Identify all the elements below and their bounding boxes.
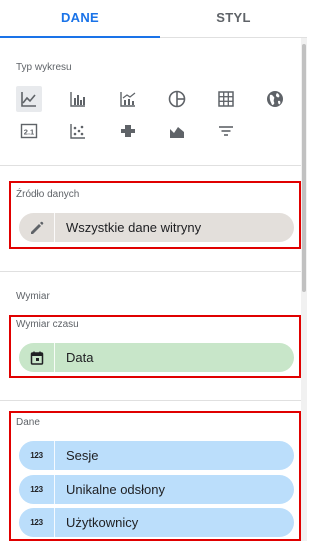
dimension-title: Wymiar [16, 291, 50, 302]
metric-chip[interactable]: 123 Unikalne odsłony [19, 475, 294, 504]
metric-label: Unikalne odsłony [66, 482, 166, 497]
time-dimension-chip[interactable]: Data [19, 343, 294, 372]
number-type-icon: 123 [19, 441, 55, 470]
column-chart-icon[interactable] [65, 86, 91, 112]
metric-chip[interactable]: 123 Użytkownicy [19, 508, 294, 537]
divider [0, 271, 301, 272]
table-chart-icon[interactable] [213, 86, 239, 112]
pie-chart-icon[interactable] [164, 86, 190, 112]
data-source-chip[interactable]: Wszystkie dane witryny [19, 213, 294, 242]
divider [0, 400, 301, 401]
active-tab-indicator [0, 36, 160, 38]
metrics-title: Dane [16, 417, 40, 428]
scrollbar-thumb[interactable] [302, 44, 306, 292]
metric-chip[interactable]: 123 Sesje [19, 441, 294, 470]
metric-label: Sesje [66, 448, 99, 463]
filter-icon[interactable] [213, 118, 239, 144]
scatter-chart-icon[interactable] [65, 118, 91, 144]
time-series-chart-icon[interactable] [16, 86, 42, 112]
metric-label: Użytkownicy [66, 515, 139, 530]
time-dimension-label: Data [66, 350, 94, 365]
time-dimension-title: Wymiar czasu [16, 319, 79, 330]
chart-type-title: Typ wykresu [16, 62, 72, 73]
bullet-chart-icon[interactable] [115, 118, 141, 144]
combo-chart-icon[interactable] [115, 86, 141, 112]
data-source-label: Wszystkie dane witryny [66, 220, 202, 235]
number-type-icon: 123 [19, 475, 55, 504]
tab-styl[interactable]: STYL [160, 0, 307, 38]
tab-dane[interactable]: DANE [0, 0, 160, 38]
data-source-title: Źródło danych [16, 189, 80, 200]
calendar-icon [19, 343, 55, 372]
number-type-badge: 123 [30, 485, 43, 494]
scorecard-icon[interactable]: 2.1 [16, 118, 42, 144]
geo-map-icon[interactable] [262, 86, 288, 112]
number-type-icon: 123 [19, 508, 55, 537]
area-chart-icon[interactable] [164, 118, 190, 144]
pencil-icon[interactable] [19, 213, 55, 242]
number-type-badge: 123 [30, 451, 43, 460]
divider [0, 165, 301, 166]
tab-bar: DANE STYL [0, 0, 307, 38]
scorecard-icon-text: 2.1 [24, 128, 34, 137]
number-type-badge: 123 [30, 518, 43, 527]
